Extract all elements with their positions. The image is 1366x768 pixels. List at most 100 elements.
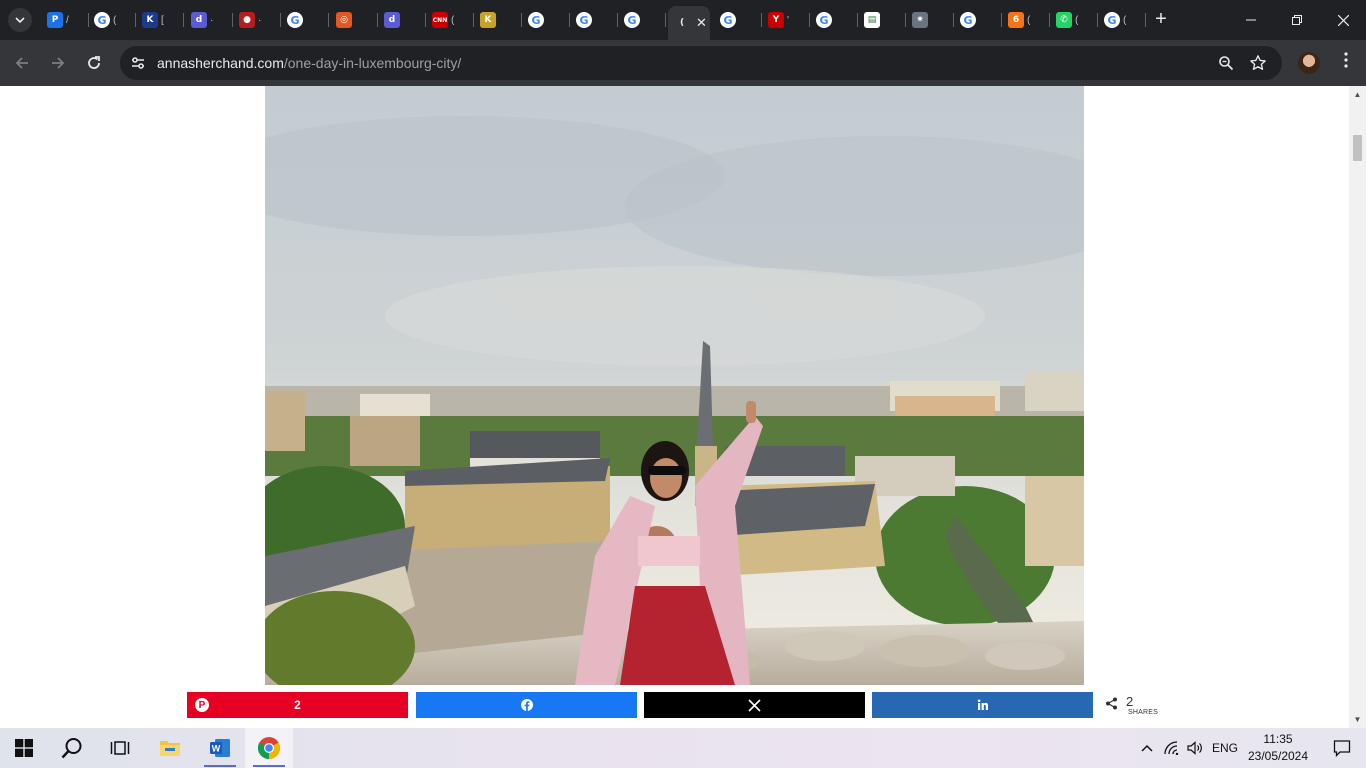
zoom-icon[interactable]: [1216, 53, 1236, 73]
google-icon: G: [720, 12, 736, 28]
google-icon: G: [816, 12, 832, 28]
browser-tab[interactable]: K: [474, 6, 522, 34]
total-shares-count: 2: [1126, 694, 1134, 709]
notifications-button[interactable]: [1318, 728, 1366, 768]
browser-tab[interactable]: G: [522, 6, 570, 34]
input-language-indicator[interactable]: ENG: [1212, 728, 1238, 768]
browser-tab[interactable]: G: [281, 6, 329, 34]
network-button[interactable]: [1160, 728, 1184, 768]
more-vertical-icon: [1344, 52, 1348, 68]
tab-separator: [1145, 13, 1146, 27]
pinterest-icon: P: [195, 698, 209, 712]
svg-text:W: W: [212, 744, 221, 754]
browser-tab[interactable]: P /: [41, 6, 89, 34]
google-icon: G: [960, 12, 976, 28]
url-text[interactable]: annasherchand.com/one-day-in-luxembourg-…: [157, 55, 461, 71]
tab-strip: P / G(K[d · ● · G ◎ d CNN(K G G G(✕ G Y ' G ▤ ✷ G 6(✆(G( +: [0, 0, 1366, 40]
browser-tab[interactable]: ✆(: [1050, 6, 1098, 34]
url-host: annasherchand.com: [157, 55, 284, 71]
start-button[interactable]: [0, 728, 48, 768]
tab-title: (: [1027, 14, 1031, 26]
browser-tab[interactable]: ✷: [906, 6, 954, 34]
tab-search-button[interactable]: [8, 8, 32, 32]
tab-separator: [183, 13, 184, 27]
tab-separator: [328, 13, 329, 27]
address-bar[interactable]: annasherchand.com/one-day-in-luxembourg-…: [120, 46, 1282, 80]
yb-icon: Y: [768, 12, 784, 28]
windows-logo-icon: [15, 739, 33, 757]
browser-tab[interactable]: G(: [1098, 6, 1146, 34]
reload-icon: [88, 56, 100, 69]
browser-tab[interactable]: G: [810, 6, 858, 34]
chrome-icon: [258, 737, 280, 759]
browser-tab[interactable]: d: [378, 6, 426, 34]
browser-tab[interactable]: G: [618, 6, 666, 34]
task-view-button[interactable]: [96, 728, 144, 768]
pinterest-share-button[interactable]: P 2: [187, 692, 408, 718]
google-icon: G: [528, 12, 544, 28]
scroll-up-arrow-icon[interactable]: ▲: [1349, 86, 1366, 103]
browser-menu-button[interactable]: [1336, 51, 1356, 75]
total-shares-label: SHARES: [1128, 709, 1158, 716]
browser-tab[interactable]: G: [954, 6, 1002, 34]
share-icon: [1105, 697, 1118, 713]
word-icon: W: [210, 739, 230, 757]
browser-tab[interactable]: Y ': [762, 6, 810, 34]
forward-button[interactable]: [46, 51, 70, 75]
tab-title: /: [66, 14, 69, 26]
speaker-icon: [1187, 741, 1202, 755]
scrollbar-thumb[interactable]: [1353, 135, 1362, 161]
search-icon: [61, 738, 82, 759]
browser-toolbar: annasherchand.com/one-day-in-luxembourg-…: [0, 40, 1366, 86]
p-icon: P: [47, 12, 63, 28]
close-window-button[interactable]: [1320, 0, 1366, 40]
back-button[interactable]: [10, 51, 34, 75]
browser-tab[interactable]: ▤: [858, 6, 906, 34]
minimize-button[interactable]: [1228, 0, 1274, 40]
word-app-button[interactable]: W: [196, 728, 244, 768]
chrome-app-button[interactable]: [245, 728, 293, 768]
tab-active[interactable]: (✕: [668, 6, 710, 40]
pinterest-share-count: 2: [294, 698, 301, 712]
close-icon: [1337, 14, 1349, 26]
reload-button[interactable]: [82, 51, 106, 75]
file-explorer-button[interactable]: [146, 728, 194, 768]
facebook-share-button[interactable]: [416, 692, 637, 718]
browser-tab[interactable]: CNN(: [426, 6, 474, 34]
x-share-button[interactable]: [644, 692, 865, 718]
taskbar-search-button[interactable]: [48, 728, 96, 768]
facebook-icon: [520, 699, 533, 711]
show-hidden-icons-button[interactable]: [1136, 728, 1158, 768]
linkedin-share-button[interactable]: [872, 692, 1093, 718]
chevron-up-icon: [1141, 744, 1153, 752]
tab-title: (: [113, 14, 117, 26]
browser-tab[interactable]: G: [714, 6, 762, 34]
restore-button[interactable]: [1274, 0, 1320, 40]
browser-tab[interactable]: d ·: [185, 6, 233, 34]
browser-tab[interactable]: G: [570, 6, 618, 34]
system-clock[interactable]: 11:35 23/05/2024: [1243, 731, 1313, 765]
browser-tab[interactable]: K[: [136, 6, 184, 34]
close-tab-icon[interactable]: ✕: [696, 15, 707, 31]
clock-time: 11:35: [1263, 732, 1293, 746]
browser-tab[interactable]: 6(: [1002, 6, 1050, 34]
profile-avatar[interactable]: [1298, 52, 1320, 74]
browser-tab[interactable]: ● ·: [233, 6, 281, 34]
page-scrollbar[interactable]: ▲ ▼: [1349, 86, 1366, 728]
news-icon: ▤: [864, 12, 880, 28]
tab-title: ·: [210, 14, 214, 26]
browser-tab[interactable]: ◎: [330, 6, 378, 34]
new-tab-button[interactable]: +: [1150, 9, 1172, 31]
wifi-icon: [1164, 741, 1179, 755]
cnn-icon: CNN: [432, 12, 448, 28]
tab-title: (: [451, 14, 455, 26]
d-icon: d: [191, 12, 207, 28]
minimize-icon: [1246, 19, 1256, 21]
volume-button[interactable]: [1184, 728, 1208, 768]
scroll-down-arrow-icon[interactable]: ▼: [1349, 711, 1366, 728]
d-icon: d: [384, 12, 400, 28]
active-tab-icon: (: [674, 15, 690, 31]
bookmark-star-icon[interactable]: [1248, 53, 1268, 73]
site-info-icon[interactable]: [128, 53, 148, 73]
browser-tab[interactable]: G(: [88, 6, 136, 34]
